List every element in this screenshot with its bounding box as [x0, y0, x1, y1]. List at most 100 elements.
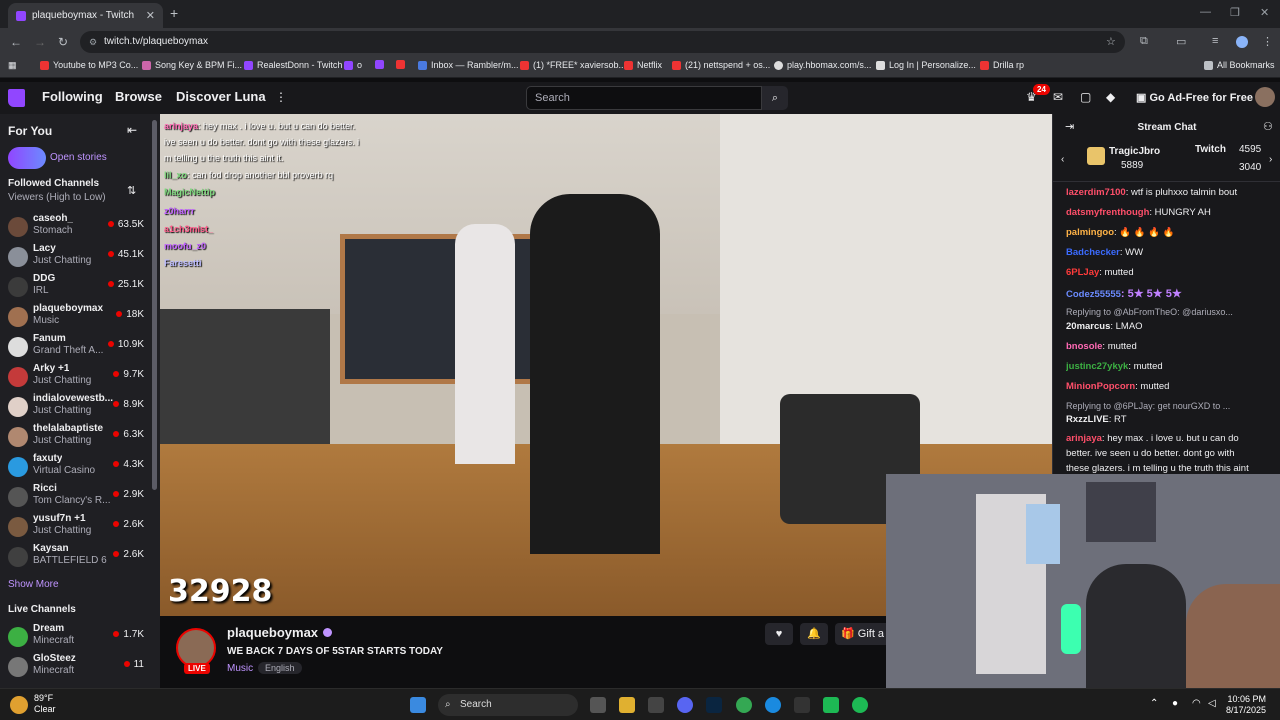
collapse-sidebar-icon[interactable]: ⇤	[127, 123, 137, 137]
sidebar-channel-item[interactable]: Lacy Just Chatting 45.1K	[0, 242, 150, 272]
spotify-icon[interactable]	[852, 697, 868, 713]
inbox-icon[interactable]: ✉	[1053, 90, 1063, 104]
category-link[interactable]: Music	[227, 663, 253, 674]
system-clock[interactable]: 10:06 PM 8/17/2025	[1226, 694, 1266, 716]
bits-icon[interactable]: ◆	[1106, 90, 1115, 104]
notifications-button[interactable]: 🔔	[800, 623, 828, 645]
sidebar-channel-item[interactable]: DDG IRL 25.1K	[0, 272, 150, 302]
app-green-icon[interactable]	[823, 697, 839, 713]
sidebar-channel-item[interactable]: Ricci Tom Clancy's R... 2.9K	[0, 482, 150, 512]
go-ad-free-button[interactable]: ▣ Go Ad-Free for Free	[1136, 91, 1253, 104]
bookmark-twitch-icon[interactable]	[375, 60, 388, 69]
next-icon[interactable]: ›	[1269, 154, 1272, 165]
bookmark-item[interactable]: Log In | Personalize...	[876, 60, 976, 70]
whispers-icon[interactable]: ▢	[1080, 90, 1091, 104]
extensions-icon[interactable]: ⧉	[1140, 35, 1148, 48]
store-icon[interactable]	[648, 697, 664, 713]
prev-icon[interactable]: ‹	[1061, 154, 1064, 165]
more-menu-icon[interactable]: ⋮	[275, 90, 287, 104]
wifi-icon[interactable]: ◠	[1192, 698, 1201, 709]
sidebar-channel-item[interactable]: Kaysan BATTLEFIELD 6 2.6K	[0, 542, 150, 572]
apps-grid-icon[interactable]: ▦	[8, 60, 17, 71]
chrome-icon[interactable]	[736, 697, 752, 713]
overlay-chat-line: a1ch3mist_	[164, 224, 214, 234]
channel-name[interactable]: plaqueboymax	[227, 625, 333, 640]
chat-message: 6PLJay: mutted	[1066, 267, 1134, 278]
edge-icon[interactable]	[765, 697, 781, 713]
twitch-logo-icon[interactable]	[8, 89, 25, 107]
media-icon[interactable]: ≡	[1212, 35, 1218, 47]
reload-icon[interactable]: ↻	[58, 35, 68, 49]
follow-button[interactable]: ♥	[765, 623, 793, 645]
sidebar-channel-item[interactable]: Arky +1 Just Chatting 9.7K	[0, 362, 150, 392]
back-icon[interactable]: ←	[10, 35, 22, 49]
sidebar-scrollbar[interactable]	[152, 120, 157, 490]
nav-discover-luna[interactable]: Discover Luna	[176, 89, 266, 104]
photoshop-icon[interactable]	[706, 697, 722, 713]
sidebar-channel-item[interactable]: plaqueboymax Music 18K	[0, 302, 150, 332]
browser-tab[interactable]: plaqueboymax - Twitch ✕	[8, 3, 163, 28]
bookmark-item[interactable]: Netflix	[624, 60, 662, 70]
channel-avatar	[8, 657, 28, 677]
sidebar-channel-item[interactable]: yusuf7n +1 Just Chatting 2.6K	[0, 512, 150, 542]
task-view-icon[interactable]	[590, 697, 606, 713]
sidebar-channel-item[interactable]: caseoh_ Stomach 63.5K	[0, 212, 150, 242]
show-more-link[interactable]: Show More	[8, 579, 59, 590]
chat-title: Stream Chat	[1137, 122, 1197, 133]
sidebar-channel-item[interactable]: faxuty Virtual Casino 4.3K	[0, 452, 150, 482]
file-explorer-icon[interactable]	[619, 697, 635, 713]
sidebar-channel-item[interactable]: thelalabaptiste Just Chatting 6.3K	[0, 422, 150, 452]
bookmark-item[interactable]: (21) nettspend + os...	[672, 60, 770, 70]
site-info-icon[interactable]: ⚙	[89, 31, 97, 53]
sidebar-channel-item[interactable]: GloSteez Minecraft 11	[0, 652, 150, 682]
nav-following[interactable]: Following	[42, 89, 103, 104]
channel-avatar	[8, 277, 28, 297]
bookmark-item[interactable]: o	[344, 60, 362, 70]
app-icon[interactable]	[794, 697, 810, 713]
cast-icon[interactable]: ▭	[1176, 35, 1186, 48]
open-stories-link[interactable]: Open stories	[50, 152, 107, 163]
bookmark-item[interactable]: RealestDonn - Twitch	[244, 60, 342, 70]
taskbar-search[interactable]: ⌕ Search	[438, 694, 578, 716]
weather-widget[interactable]: 89°F Clear	[34, 693, 56, 715]
bookmark-item[interactable]: (1) *FREE* xaviersob...	[520, 60, 626, 70]
channel-avatar[interactable]	[176, 628, 216, 668]
bookmark-youtube-icon[interactable]	[396, 60, 409, 69]
community-icon[interactable]: ⚇	[1263, 120, 1273, 133]
tray-chevron-icon[interactable]: ⌃	[1150, 698, 1158, 709]
windows-start-icon[interactable]	[410, 697, 426, 713]
webcam-scene-sign	[1026, 504, 1060, 564]
bookmark-star-icon[interactable]: ☆	[1106, 35, 1116, 48]
close-window-icon[interactable]: ✕	[1260, 6, 1269, 19]
mic-icon[interactable]: ●	[1172, 698, 1178, 709]
nav-browse[interactable]: Browse	[115, 89, 162, 104]
profile-avatar-icon[interactable]	[1236, 36, 1248, 48]
close-tab-icon[interactable]: ✕	[146, 9, 155, 22]
new-tab-icon[interactable]: +	[170, 5, 178, 21]
user-avatar[interactable]	[1255, 87, 1275, 107]
language-tag[interactable]: English	[258, 662, 302, 674]
bookmark-item[interactable]: Youtube to MP3 Co...	[40, 60, 138, 70]
sort-icon[interactable]: ⇅	[127, 184, 136, 197]
url-input[interactable]: ⚙ twitch.tv/plaqueboymax	[80, 31, 1125, 53]
bookmark-item[interactable]: Song Key & BPM Fi...	[142, 60, 242, 70]
sidebar-channel-item[interactable]: Dream Minecraft 1.7K	[0, 622, 150, 652]
browser-menu-icon[interactable]: ⋮	[1262, 35, 1273, 48]
volume-icon[interactable]: ◁	[1208, 698, 1216, 709]
stories-avatars[interactable]	[8, 147, 46, 169]
bookmark-item[interactable]: play.hbomax.com/s...	[774, 60, 871, 70]
all-bookmarks[interactable]: All Bookmarks	[1204, 60, 1275, 70]
minimize-icon[interactable]: —	[1200, 6, 1211, 18]
search-input[interactable]: Search	[526, 86, 762, 110]
weather-icon[interactable]	[10, 696, 28, 714]
bookmark-item[interactable]: Drilla rp	[980, 60, 1024, 70]
sidebar-channel-item[interactable]: indialovewestb... Just Chatting 8.9K	[0, 392, 150, 422]
sidebar-channel-item[interactable]: Fanum Grand Theft A... 10.9K	[0, 332, 150, 362]
search-button[interactable]: ⌕	[762, 86, 788, 110]
bookmark-item[interactable]: Inbox — Rambler/m...	[418, 60, 519, 70]
chat-message: palmingoo: 🔥 🔥 🔥 🔥	[1066, 227, 1175, 238]
forward-icon[interactable]: →	[34, 35, 46, 49]
discord-icon[interactable]	[677, 697, 693, 713]
maximize-icon[interactable]: ❐	[1230, 6, 1240, 19]
channel-avatar	[8, 247, 28, 267]
